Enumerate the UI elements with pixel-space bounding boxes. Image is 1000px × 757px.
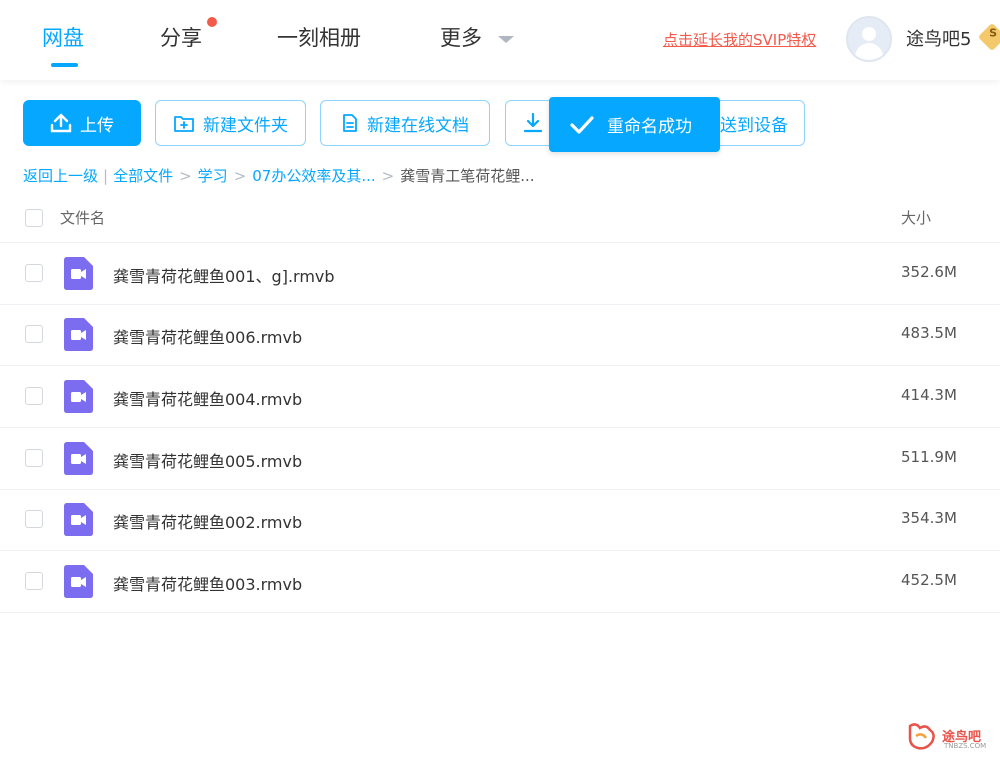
file-size: 354.3M <box>901 509 957 527</box>
breadcrumb-divider: | <box>103 166 109 185</box>
table-row[interactable]: 龚雪青荷花鲤鱼001、g].rmvb 352.6M <box>0 243 1000 305</box>
breadcrumb-back[interactable]: 返回上一级 <box>23 165 98 186</box>
row-checkbox[interactable] <box>25 449 43 467</box>
video-file-icon <box>64 257 93 290</box>
table-row[interactable]: 龚雪青荷花鲤鱼002.rmvb 354.3M <box>0 489 1000 551</box>
table-row[interactable]: 龚雪青荷花鲤鱼003.rmvb 452.5M <box>0 551 1000 613</box>
rename-success-toast: 重命名成功 <box>549 97 720 152</box>
top-navigation-bar: 网盘 分享 一刻相册 更多 点击延长我的SVIP特权 途鸟吧5 S <box>0 0 1000 80</box>
table-row[interactable]: 龚雪青荷花鲤鱼004.rmvb 414.3M <box>0 366 1000 428</box>
column-header-name[interactable]: 文件名 <box>60 207 105 228</box>
row-checkbox[interactable] <box>25 387 43 405</box>
video-file-icon <box>64 442 93 475</box>
file-table-header: 文件名 大小 <box>0 196 1000 243</box>
vip-badge-letter: S <box>989 26 998 40</box>
breadcrumb-study[interactable]: 学习 <box>198 165 228 186</box>
video-file-icon <box>64 380 93 413</box>
watermark: 途鸟吧 TNBZS.COM <box>906 720 996 754</box>
watermark-subtext: TNBZS.COM <box>944 742 987 750</box>
column-header-size[interactable]: 大小 <box>901 207 931 228</box>
file-size: 414.3M <box>901 386 957 404</box>
row-checkbox[interactable] <box>25 264 43 282</box>
chevron-down-icon[interactable] <box>498 36 514 43</box>
breadcrumb-all-files[interactable]: 全部文件 <box>113 165 173 186</box>
watermark-logo-icon <box>908 723 935 750</box>
new-folder-label: 新建文件夹 <box>203 115 288 136</box>
file-size: 511.9M <box>901 448 957 466</box>
video-file-icon <box>64 565 93 598</box>
breadcrumb-office[interactable]: 07办公效率及其... <box>252 165 375 186</box>
breadcrumb-current: 龚雪青工笔荷花鲤... <box>400 167 535 185</box>
username[interactable]: 途鸟吧5 <box>906 25 971 51</box>
new-folder-icon <box>174 116 194 132</box>
file-name[interactable]: 龚雪青荷花鲤鱼003.rmvb <box>113 571 302 595</box>
upload-icon <box>50 113 72 133</box>
upload-button[interactable]: 上传 <box>23 100 141 146</box>
new-folder-button[interactable]: 新建文件夹 <box>155 100 306 146</box>
new-online-doc-label: 新建在线文档 <box>367 115 469 136</box>
nav-tab-share[interactable]: 分享 <box>160 22 202 52</box>
file-name[interactable]: 龚雪青荷花鲤鱼005.rmvb <box>113 448 302 472</box>
row-checkbox[interactable] <box>25 325 43 343</box>
download-icon <box>523 112 543 133</box>
file-size: 483.5M <box>901 324 957 342</box>
file-name[interactable]: 龚雪青荷花鲤鱼004.rmvb <box>113 386 302 410</box>
nav-tab-album[interactable]: 一刻相册 <box>277 22 361 52</box>
breadcrumb-separator: > <box>233 166 247 185</box>
svip-extend-link[interactable]: 点击延长我的SVIP特权 <box>663 29 816 50</box>
table-row[interactable]: 龚雪青荷花鲤鱼005.rmvb 511.9M <box>0 428 1000 490</box>
checkmark-icon <box>570 115 594 134</box>
video-file-icon <box>64 318 93 351</box>
breadcrumb-separator: > <box>381 166 395 185</box>
file-name[interactable]: 龚雪青荷花鲤鱼001、g].rmvb <box>113 263 335 287</box>
avatar[interactable] <box>846 16 892 62</box>
breadcrumb-separator: > <box>179 166 192 185</box>
row-checkbox[interactable] <box>25 572 43 590</box>
document-icon <box>343 114 357 132</box>
vip-badge-icon: S <box>977 22 1000 52</box>
avatar-body-shape <box>855 43 883 60</box>
table-row[interactable]: 龚雪青荷花鲤鱼006.rmvb 483.5M <box>0 304 1000 366</box>
file-name[interactable]: 龚雪青荷花鲤鱼006.rmvb <box>113 324 302 348</box>
toast-message: 重命名成功 <box>607 117 692 137</box>
avatar-head-shape <box>862 27 876 41</box>
nav-tab-more[interactable]: 更多 <box>440 22 482 52</box>
send-to-device-label: 送到设备 <box>720 115 788 136</box>
breadcrumb: 返回上一级 | 全部文件 > 学习 > 07办公效率及其... > 龚雪青工笔荷… <box>23 165 535 186</box>
select-all-checkbox[interactable] <box>25 209 43 227</box>
new-online-doc-button[interactable]: 新建在线文档 <box>320 100 490 146</box>
row-checkbox[interactable] <box>25 510 43 528</box>
file-size: 452.5M <box>901 571 957 589</box>
upload-label: 上传 <box>80 115 114 136</box>
nav-tab-netdisk[interactable]: 网盘 <box>42 22 84 52</box>
notification-dot <box>207 17 217 27</box>
file-size: 352.6M <box>901 263 957 281</box>
video-file-icon <box>64 503 93 536</box>
active-tab-indicator <box>51 63 78 67</box>
file-name[interactable]: 龚雪青荷花鲤鱼002.rmvb <box>113 509 302 533</box>
